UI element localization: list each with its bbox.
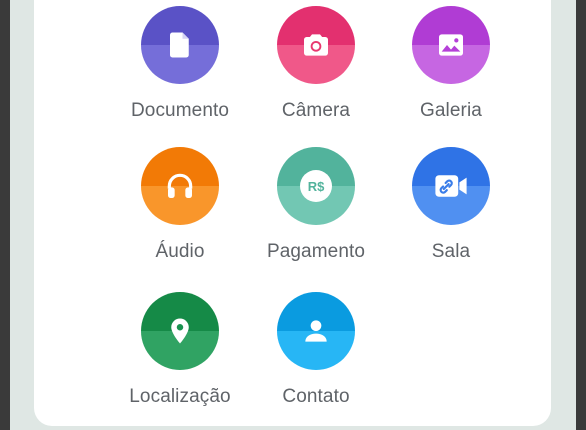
attach-document-button[interactable]: Documento: [105, 6, 255, 122]
gallery-icon: [439, 34, 463, 56]
location-pin-icon-circle: [141, 292, 219, 370]
payment-icon-circle: R$: [277, 147, 355, 225]
location-pin-icon: [171, 318, 189, 344]
payment-icon: R$: [300, 170, 332, 202]
attach-document-label: Documento: [130, 100, 230, 121]
attach-camera-label: Câmera: [281, 100, 351, 121]
camera-icon: [304, 34, 328, 56]
contact-icon: [305, 320, 327, 342]
attach-payment-label: Pagamento: [266, 241, 366, 262]
video-room-icon-circle: [412, 147, 490, 225]
attach-room-button[interactable]: Sala: [376, 147, 526, 263]
screen: Documento Câmera Galeria Áudio R$ Pagame…: [10, 0, 576, 430]
attach-location-label: Localização: [129, 386, 231, 407]
phone-frame-right: [576, 0, 586, 430]
attach-gallery-button[interactable]: Galeria: [376, 6, 526, 122]
contact-icon-circle: [277, 292, 355, 370]
attach-audio-button[interactable]: Áudio: [105, 147, 255, 263]
phone-frame-left: [0, 0, 10, 430]
attach-gallery-label: Galeria: [420, 100, 482, 121]
document-icon: [170, 32, 189, 58]
headphones-icon-circle: [141, 147, 219, 225]
camera-icon-circle: [277, 6, 355, 84]
video-room-icon: [435, 175, 467, 197]
svg-text:R$: R$: [308, 179, 325, 194]
attachment-sheet: Documento Câmera Galeria Áudio R$ Pagame…: [34, 0, 551, 426]
attach-contact-button[interactable]: Contato: [241, 292, 391, 408]
attach-payment-button[interactable]: R$ Pagamento: [241, 147, 391, 263]
attach-location-button[interactable]: Localização: [105, 292, 255, 408]
attachment-grid: Documento Câmera Galeria Áudio R$ Pagame…: [34, 0, 551, 426]
attach-room-label: Sala: [431, 241, 471, 262]
gallery-icon-circle: [412, 6, 490, 84]
attach-audio-label: Áudio: [155, 241, 205, 262]
attach-camera-button[interactable]: Câmera: [241, 6, 391, 122]
document-icon-circle: [141, 6, 219, 84]
headphones-icon: [167, 173, 193, 198]
attach-contact-label: Contato: [282, 386, 350, 407]
